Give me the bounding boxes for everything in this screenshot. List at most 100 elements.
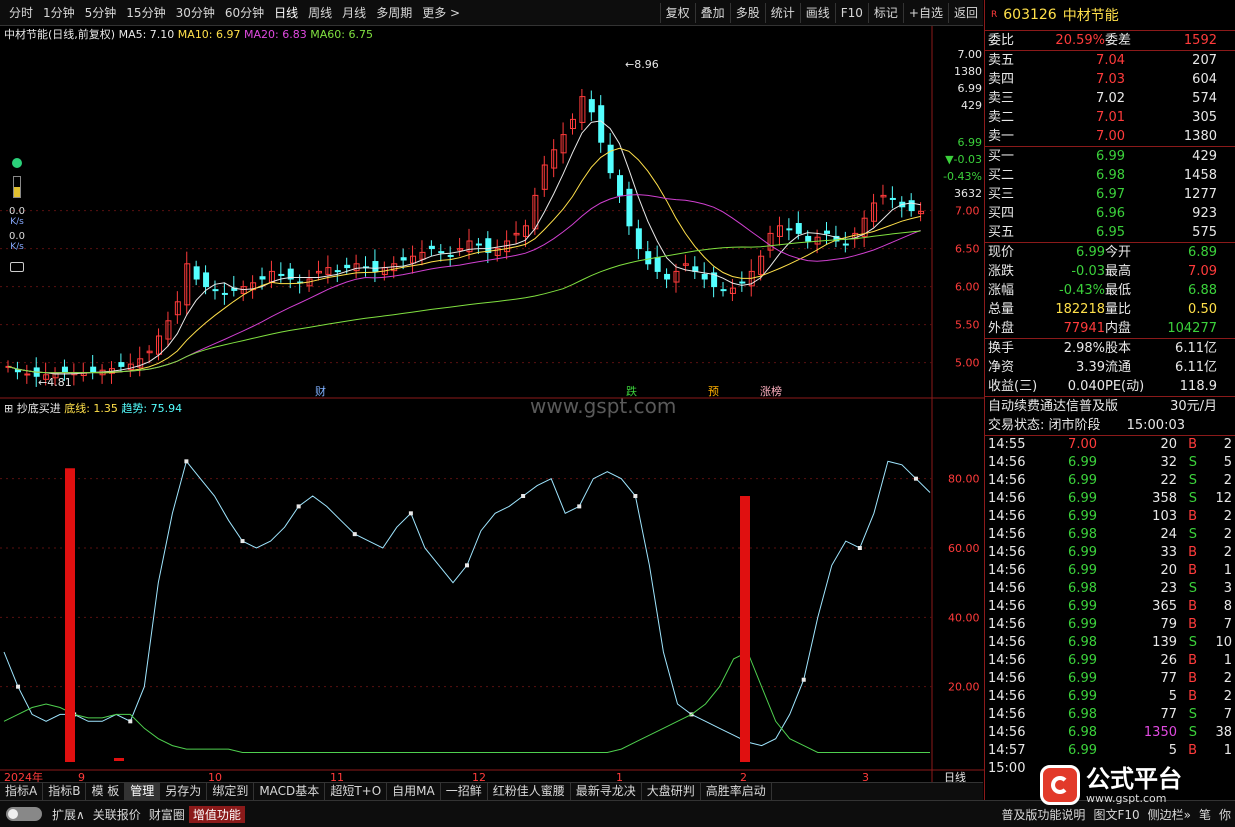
toolbar-action-3[interactable]: 统计 xyxy=(764,2,800,23)
period-tab-2[interactable]: 5分钟 xyxy=(80,3,122,23)
ext-tab-1[interactable]: 关联报价 xyxy=(89,806,145,823)
signal-bar-1[interactable] xyxy=(740,496,750,762)
tick-row-5: 14:56 6.98 24 S 2 xyxy=(985,526,1235,544)
trend-line-marker xyxy=(184,459,189,464)
indicator-tab-7[interactable]: 超短T+O xyxy=(325,783,388,800)
candle-body[interactable] xyxy=(889,197,896,200)
period-tab-0[interactable]: 分时 xyxy=(4,3,38,23)
candle-body[interactable] xyxy=(654,257,661,272)
candle-body[interactable] xyxy=(635,228,642,250)
candle-body[interactable] xyxy=(372,261,379,272)
candle-body[interactable] xyxy=(739,281,746,284)
candle-body[interactable] xyxy=(645,251,652,265)
candle-body[interactable] xyxy=(259,276,266,280)
candle-body[interactable] xyxy=(400,257,407,261)
indicator-tab-1[interactable]: 指标B xyxy=(43,783,87,800)
ext-right-tab-2[interactable]: 侧边栏» xyxy=(1144,806,1195,823)
toolbar-action-4[interactable]: 画线 xyxy=(799,2,835,23)
candle-body[interactable] xyxy=(118,362,125,367)
candle-body[interactable] xyxy=(786,228,793,231)
ext-tab-0[interactable]: 扩展∧ xyxy=(48,806,89,823)
period-tab-1[interactable]: 1分钟 xyxy=(38,3,80,23)
toolbar-action-5[interactable]: F10 xyxy=(834,2,868,23)
tick-side: S xyxy=(1188,491,1197,506)
candle-body[interactable] xyxy=(842,243,849,246)
candle-body[interactable] xyxy=(438,251,445,254)
candle-body[interactable] xyxy=(475,243,482,246)
indicator-tab-12[interactable]: 大盘研判 xyxy=(642,783,701,800)
candle-body[interactable] xyxy=(221,292,228,295)
price-tick-1: 5.50 xyxy=(955,319,980,332)
candle-body[interactable] xyxy=(598,105,605,143)
candle-body[interactable] xyxy=(212,289,219,292)
indicator-tab-3[interactable]: 管理 xyxy=(125,783,161,800)
toolbar-action-8[interactable]: 返回 xyxy=(947,2,983,23)
trend-line-marker xyxy=(913,476,918,481)
indicator-tab-10[interactable]: 红粉佳人蜜腰 xyxy=(488,783,571,800)
indicator-tab-11[interactable]: 最新寻龙决 xyxy=(571,783,642,800)
candle-body[interactable] xyxy=(664,273,671,280)
kline-chart[interactable]: 5.00 5.50 6.00 6.50 7.00 7.00 1380 6.99 429 6.99 ▼… xyxy=(0,26,984,782)
candle-body[interactable] xyxy=(908,200,915,212)
candle-body[interactable] xyxy=(588,99,595,113)
event-cai[interactable]: 财 xyxy=(315,384,326,398)
indicator-tab-9[interactable]: 一招鲜 xyxy=(441,783,488,800)
candle-body[interactable] xyxy=(90,366,97,373)
candle-body[interactable] xyxy=(344,264,351,269)
candle-body[interactable] xyxy=(203,272,210,288)
candle-body[interactable] xyxy=(617,175,624,196)
status-dot-icon[interactable] xyxy=(12,158,22,168)
camera-icon[interactable] xyxy=(10,262,24,272)
candle-body[interactable] xyxy=(24,373,31,376)
candle-body[interactable] xyxy=(824,230,831,234)
toolbar-action-0[interactable]: 复权 xyxy=(659,2,695,23)
battery-icon[interactable] xyxy=(13,176,21,198)
bid-label: 买一 xyxy=(988,149,1015,164)
candle-body[interactable] xyxy=(720,289,727,292)
ext-tab-3[interactable]: 增值功能 xyxy=(188,805,245,823)
ext-tab-2[interactable]: 财富圈 xyxy=(145,806,189,823)
signal-bar-0[interactable] xyxy=(65,468,75,762)
indicator-tab-0[interactable]: 指标A xyxy=(0,783,44,800)
ext-right-tab-1[interactable]: 图文F10 xyxy=(1089,806,1143,823)
candle-body[interactable] xyxy=(334,270,341,273)
period-tab-3[interactable]: 15分钟 xyxy=(121,3,170,23)
ext-right-tab-4[interactable]: 你 xyxy=(1215,806,1235,823)
period-tab-7[interactable]: 周线 xyxy=(303,3,337,23)
candle-body[interactable] xyxy=(607,144,614,174)
candle-body[interactable] xyxy=(485,238,492,253)
indicator-tab-13[interactable]: 高胜率启动 xyxy=(701,783,772,800)
candle-body[interactable] xyxy=(61,366,68,373)
indicator-tab-4[interactable]: 另存为 xyxy=(160,783,208,800)
toolbar-action-7[interactable]: +自选 xyxy=(902,2,948,23)
period-tab-5[interactable]: 60分钟 xyxy=(220,3,269,23)
period-tab-8[interactable]: 月线 xyxy=(337,3,371,23)
period-tab-10[interactable]: 更多 > xyxy=(417,3,465,23)
candle-body[interactable] xyxy=(428,245,435,250)
tick-list[interactable]: 14:55 7.00 20 B 2 14:56 6.99 32 S 5 14:56 6.99 22 S 2 1… xyxy=(985,435,1235,778)
toolbar-action-6[interactable]: 标记 xyxy=(867,2,903,23)
candle-body[interactable] xyxy=(701,273,708,280)
event-zhangbang[interactable]: 涨榜 xyxy=(760,384,782,398)
toolbar-action-1[interactable]: 叠加 xyxy=(694,2,730,23)
candle-body[interactable] xyxy=(447,254,454,257)
indicator-tab-6[interactable]: MACD基本 xyxy=(254,783,326,800)
candle-body[interactable] xyxy=(795,223,802,234)
indicator-tab-5[interactable]: 绑定到 xyxy=(207,783,255,800)
toolbar-action-2[interactable]: 多股 xyxy=(729,2,765,23)
ext-right-tab-3[interactable]: 笔 xyxy=(1195,806,1215,823)
ext-right-tab-0[interactable]: 普及版功能说明 xyxy=(997,806,1089,823)
tick-time: 14:56 xyxy=(988,671,1026,686)
candle-body[interactable] xyxy=(278,273,285,276)
tick-side: B xyxy=(1188,509,1197,524)
indicator-tab-8[interactable]: 自用MA xyxy=(387,783,441,800)
event-yu[interactable]: 预 xyxy=(708,385,719,398)
period-tab-4[interactable]: 30分钟 xyxy=(171,3,220,23)
indicator-tab-2[interactable]: 模 板 xyxy=(86,783,126,800)
expand-toggle[interactable] xyxy=(6,807,42,821)
period-tab-6[interactable]: 日线 xyxy=(269,3,303,23)
ask-row-4: 卖一 7.00 1380 xyxy=(985,127,1235,146)
candle-body[interactable] xyxy=(805,235,812,242)
period-tab-9[interactable]: 多周期 xyxy=(371,3,417,23)
candle-body[interactable] xyxy=(193,266,200,280)
